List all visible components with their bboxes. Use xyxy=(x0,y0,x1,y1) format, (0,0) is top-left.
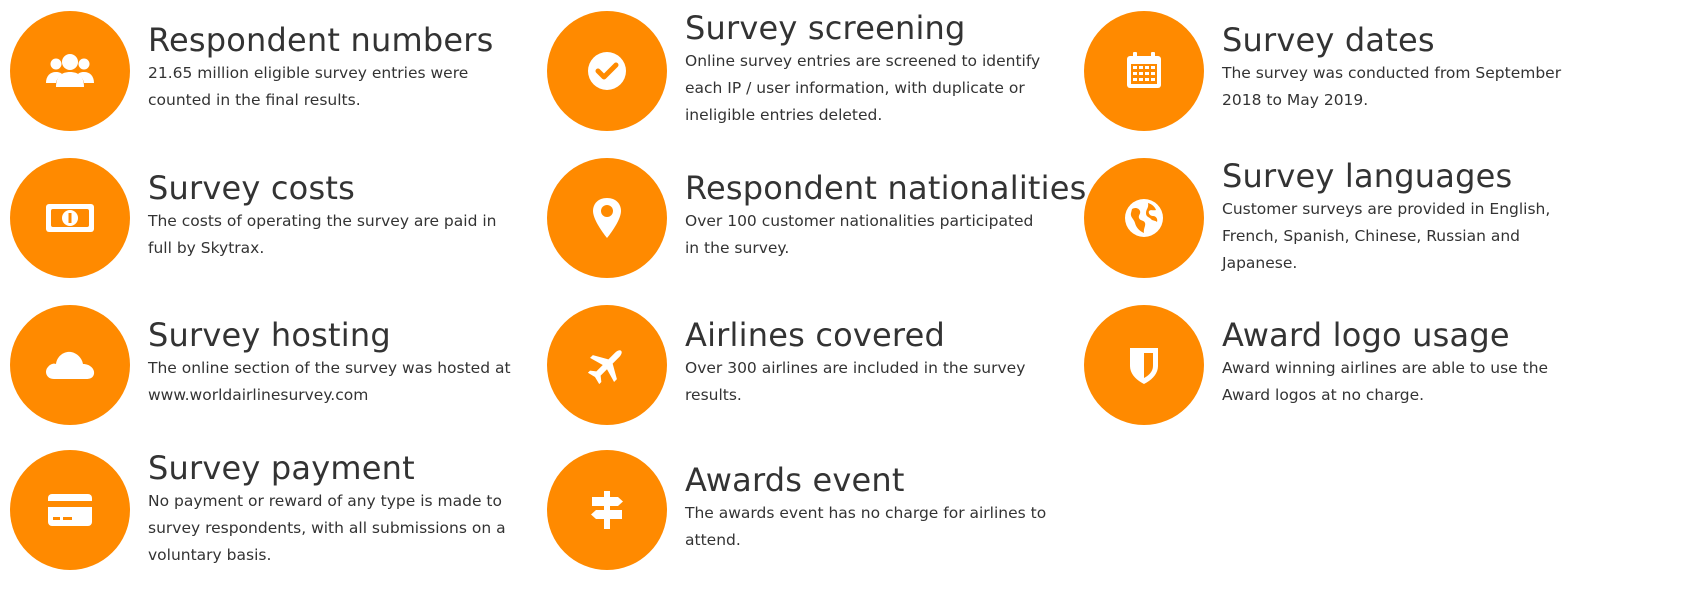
icon-circle xyxy=(1084,305,1204,425)
feature-title: Respondent numbers xyxy=(148,21,494,59)
map-pin-icon xyxy=(582,193,632,243)
feature-title: Survey dates xyxy=(1222,21,1435,59)
feature-title: Survey payment xyxy=(148,449,415,487)
feature-description: Over 100 customer nationalities particip… xyxy=(685,212,1034,257)
feature-title: Survey screening xyxy=(685,9,966,47)
feature-title: Awards event xyxy=(685,461,905,499)
feature-description: The awards event has no charge for airli… xyxy=(685,504,1047,549)
feature-description: Over 300 airlines are included in the su… xyxy=(685,359,1026,404)
feature-description: No payment or reward of any type is made… xyxy=(148,492,506,564)
feature-description: The costs of operating the survey are pa… xyxy=(148,212,497,257)
icon-circle xyxy=(1084,11,1204,131)
feature-description: The survey was conducted from September … xyxy=(1222,64,1562,109)
icon-circle xyxy=(10,305,130,425)
feature-title: Survey hosting xyxy=(148,316,391,354)
money-bill-icon xyxy=(42,190,98,246)
icon-circle xyxy=(10,450,130,570)
users-icon xyxy=(42,43,98,99)
icon-circle xyxy=(547,305,667,425)
feature-description: 21.65 million eligible survey entries we… xyxy=(148,64,469,109)
feature-title: Award logo usage xyxy=(1222,316,1510,354)
feature-title: Survey costs xyxy=(148,169,355,207)
check-circle-icon xyxy=(582,46,632,96)
feature-title: Respondent nationalities xyxy=(685,169,1087,207)
cloud-icon xyxy=(40,335,100,395)
globe-icon xyxy=(1119,193,1169,243)
feature-title: Airlines covered xyxy=(685,316,945,354)
feature-description: Customer surveys are provided in English… xyxy=(1222,200,1551,272)
signpost-icon xyxy=(582,485,632,535)
feature-description: Online survey entries are screened to id… xyxy=(685,52,1041,124)
shield-icon xyxy=(1119,340,1169,390)
calendar-icon xyxy=(1119,46,1169,96)
icon-circle xyxy=(1084,158,1204,278)
icon-circle xyxy=(10,158,130,278)
icon-circle xyxy=(547,450,667,570)
feature-description: Award winning airlines are able to use t… xyxy=(1222,359,1549,404)
icon-circle xyxy=(10,11,130,131)
feature-description: The online section of the survey was hos… xyxy=(148,359,511,404)
icon-circle xyxy=(547,11,667,131)
plane-icon xyxy=(582,340,632,390)
feature-title: Survey languages xyxy=(1222,157,1513,195)
icon-circle xyxy=(547,158,667,278)
credit-card-icon xyxy=(42,482,98,538)
